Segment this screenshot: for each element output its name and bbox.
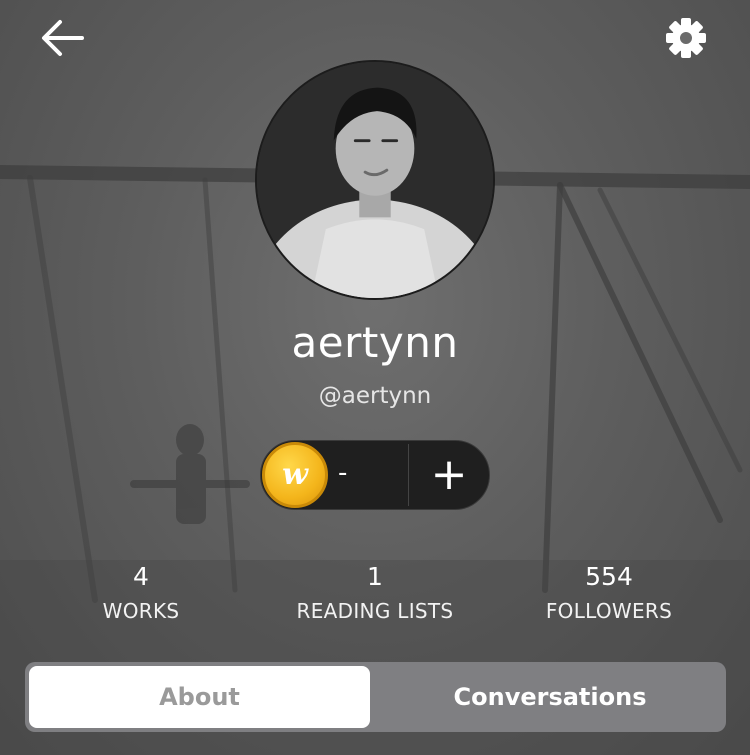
figure-silhouette bbox=[130, 424, 250, 524]
coin-balance-value: - bbox=[338, 458, 348, 488]
wattpad-coin-icon[interactable]: w bbox=[262, 442, 328, 508]
coin-divider bbox=[408, 444, 409, 506]
back-button[interactable] bbox=[38, 14, 88, 64]
stat-label: READING LISTS bbox=[296, 599, 454, 623]
stat-reading-lists[interactable]: 1 READING LISTS bbox=[265, 562, 485, 623]
settings-button[interactable] bbox=[662, 14, 710, 62]
profile-screen: aertynn @aertynn w - + 4 WORKS 1 READING… bbox=[0, 0, 750, 755]
stat-label: FOLLOWERS bbox=[545, 599, 673, 623]
tab-conversations[interactable]: Conversations bbox=[378, 666, 722, 728]
add-coins-button[interactable]: + bbox=[410, 444, 488, 506]
stat-value: 554 bbox=[585, 562, 633, 591]
avatar-photo bbox=[257, 62, 493, 298]
stat-label: WORKS bbox=[102, 599, 180, 623]
stat-value: 1 bbox=[367, 562, 383, 591]
coin-letter: w bbox=[282, 457, 308, 492]
tab-about[interactable]: About bbox=[29, 666, 370, 728]
arrow-left-icon bbox=[42, 20, 84, 56]
gear-icon bbox=[666, 18, 706, 58]
stat-value: 4 bbox=[133, 562, 149, 591]
avatar[interactable] bbox=[255, 60, 495, 300]
username: @aertynn bbox=[318, 383, 432, 409]
stat-works[interactable]: 4 WORKS bbox=[31, 562, 251, 623]
stat-followers[interactable]: 554 FOLLOWERS bbox=[499, 562, 719, 623]
display-name: aertynn bbox=[291, 318, 459, 367]
